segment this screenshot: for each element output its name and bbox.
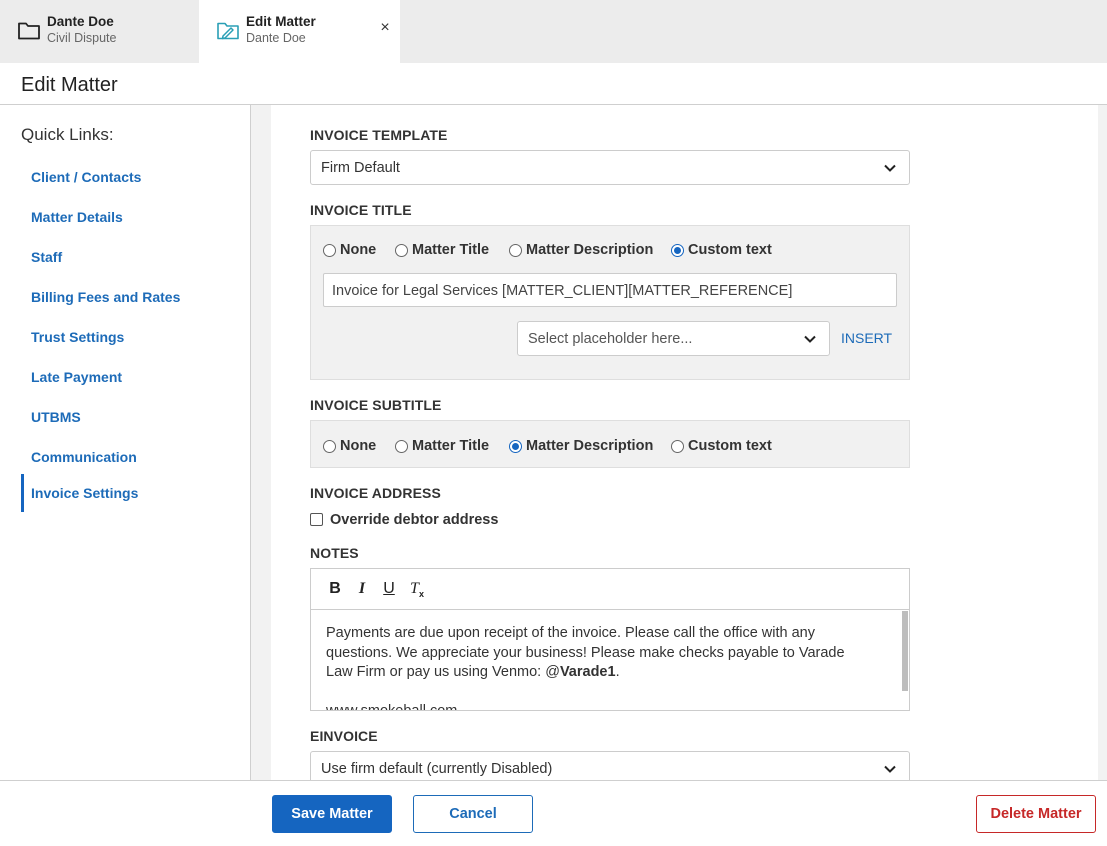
quick-links-sidebar: Quick Links: Client / Contacts Matter De…: [0, 105, 251, 780]
chevron-down-icon: [884, 164, 896, 172]
footer-bar: Save Matter Cancel Delete Matter: [0, 780, 1107, 846]
invoice-subtitle-panel: None Matter Title Matter Description Cus…: [310, 420, 910, 468]
page-header: Edit Matter: [0, 63, 1107, 105]
radio-label: Custom text: [688, 242, 772, 258]
clear-format-button[interactable]: Tx: [407, 579, 427, 599]
radio-label: None: [340, 438, 377, 454]
notes-url: www.smokeball.com: [326, 702, 866, 711]
checkbox-box: [310, 513, 323, 526]
sidebar-item-label: Staff: [31, 249, 63, 265]
select-value: Firm Default: [321, 160, 400, 176]
invoice-title-panel: None Matter Title Matter Description Cus…: [310, 225, 910, 380]
notes-text-part: .: [615, 664, 620, 680]
radio-label: Matter Description: [526, 242, 654, 258]
input-value: Invoice for Legal Services [MATTER_CLIEN…: [332, 283, 793, 299]
einvoice-label: EINVOICE: [310, 728, 378, 744]
sidebar-item-client-contacts[interactable]: Client / Contacts: [21, 158, 141, 196]
notes-editor[interactable]: B I U Tx Payments are due upon receipt o…: [310, 568, 910, 711]
insert-button[interactable]: INSERT: [841, 330, 892, 346]
select-value: Use firm default (currently Disabled): [321, 761, 553, 777]
delete-matter-button[interactable]: Delete Matter: [976, 795, 1096, 833]
sidebar-item-staff[interactable]: Staff: [21, 238, 62, 276]
invoice-settings-panel: INVOICE TEMPLATE Firm Default INVOICE TI…: [271, 105, 1098, 780]
sidebar-item-label: Invoice Settings: [31, 485, 139, 501]
chevron-down-icon: [884, 765, 896, 773]
folder-icon: [18, 22, 40, 40]
notes-text: Payments are due upon receipt of the inv…: [326, 624, 866, 710]
tab-subtitle: Civil Dispute: [47, 31, 117, 45]
sidebar-item-label: UTBMS: [31, 409, 81, 425]
radio-label: None: [340, 242, 377, 258]
sidebar-item-trust-settings[interactable]: Trust Settings: [21, 318, 124, 356]
sidebar-item-label: Client / Contacts: [31, 169, 142, 185]
underline-button[interactable]: U: [379, 579, 399, 599]
sidebar-item-label: Trust Settings: [31, 329, 125, 345]
italic-button[interactable]: I: [352, 579, 372, 599]
notes-label: NOTES: [310, 545, 359, 561]
page-title: Edit Matter: [21, 74, 118, 96]
content-gutter-right: [1098, 105, 1107, 780]
radio-button: [395, 244, 408, 257]
sidebar-item-label: Matter Details: [31, 209, 123, 225]
tab-title: Edit Matter: [246, 14, 316, 29]
placeholder-select[interactable]: Select placeholder here...: [517, 321, 830, 356]
content-gutter-left: [251, 105, 271, 780]
radio-button: [671, 244, 684, 257]
tab-dante-doe[interactable]: Dante Doe Civil Dispute: [0, 0, 199, 63]
sidebar-item-label: Late Payment: [31, 369, 123, 385]
chevron-down-icon: [804, 335, 816, 343]
sidebar-item-matter-details[interactable]: Matter Details: [21, 198, 123, 236]
radio-label: Matter Title: [412, 438, 490, 454]
quick-links-title: Quick Links:: [21, 125, 114, 144]
editor-scrollbar[interactable]: [902, 611, 908, 691]
radio-button: [323, 440, 336, 453]
sidebar-item-billing-fees-rates[interactable]: Billing Fees and Rates: [21, 278, 180, 316]
notes-text-bold: Varade1: [559, 664, 616, 680]
invoice-template-label: INVOICE TEMPLATE: [310, 127, 448, 143]
tab-subtitle: Dante Doe: [246, 31, 306, 45]
sidebar-item-utbms[interactable]: UTBMS: [21, 398, 81, 436]
radio-button: [395, 440, 408, 453]
invoice-subtitle-label: INVOICE SUBTITLE: [310, 397, 442, 413]
close-icon[interactable]: ×: [378, 20, 392, 36]
select-value: Select placeholder here...: [528, 331, 693, 347]
sidebar-item-label: Communication: [31, 449, 137, 465]
save-matter-button[interactable]: Save Matter: [272, 795, 392, 833]
custom-title-input[interactable]: Invoice for Legal Services [MATTER_CLIEN…: [323, 273, 897, 307]
checkbox-label: Override debtor address: [330, 512, 499, 528]
invoice-address-label: INVOICE ADDRESS: [310, 485, 441, 501]
sidebar-item-invoice-settings[interactable]: Invoice Settings: [21, 474, 138, 512]
editor-toolbar: B I U Tx: [311, 569, 909, 610]
folder-edit-icon: [217, 22, 239, 40]
tab-bar: Dante Doe Civil Dispute Edit Matter Dant…: [0, 0, 1107, 63]
editor-body[interactable]: Payments are due upon receipt of the inv…: [311, 610, 909, 710]
invoice-template-select[interactable]: Firm Default: [310, 150, 910, 185]
invoice-title-label: INVOICE TITLE: [310, 202, 412, 218]
radio-button: [509, 440, 522, 453]
clear-format-icon: T: [410, 580, 419, 597]
bold-button[interactable]: B: [325, 579, 345, 599]
radio-button: [323, 244, 336, 257]
tab-title: Dante Doe: [47, 14, 114, 29]
einvoice-select[interactable]: Use firm default (currently Disabled): [310, 751, 910, 780]
radio-button: [509, 244, 522, 257]
tab-edit-matter[interactable]: Edit Matter Dante Doe ×: [199, 0, 400, 63]
sidebar-item-communication[interactable]: Communication: [21, 438, 137, 476]
sidebar-item-late-payment[interactable]: Late Payment: [21, 358, 122, 396]
radio-button: [671, 440, 684, 453]
radio-label: Custom text: [688, 438, 772, 454]
radio-label: Matter Title: [412, 242, 490, 258]
sidebar-item-label: Billing Fees and Rates: [31, 289, 181, 305]
cancel-button[interactable]: Cancel: [413, 795, 533, 833]
radio-label: Matter Description: [526, 438, 654, 454]
